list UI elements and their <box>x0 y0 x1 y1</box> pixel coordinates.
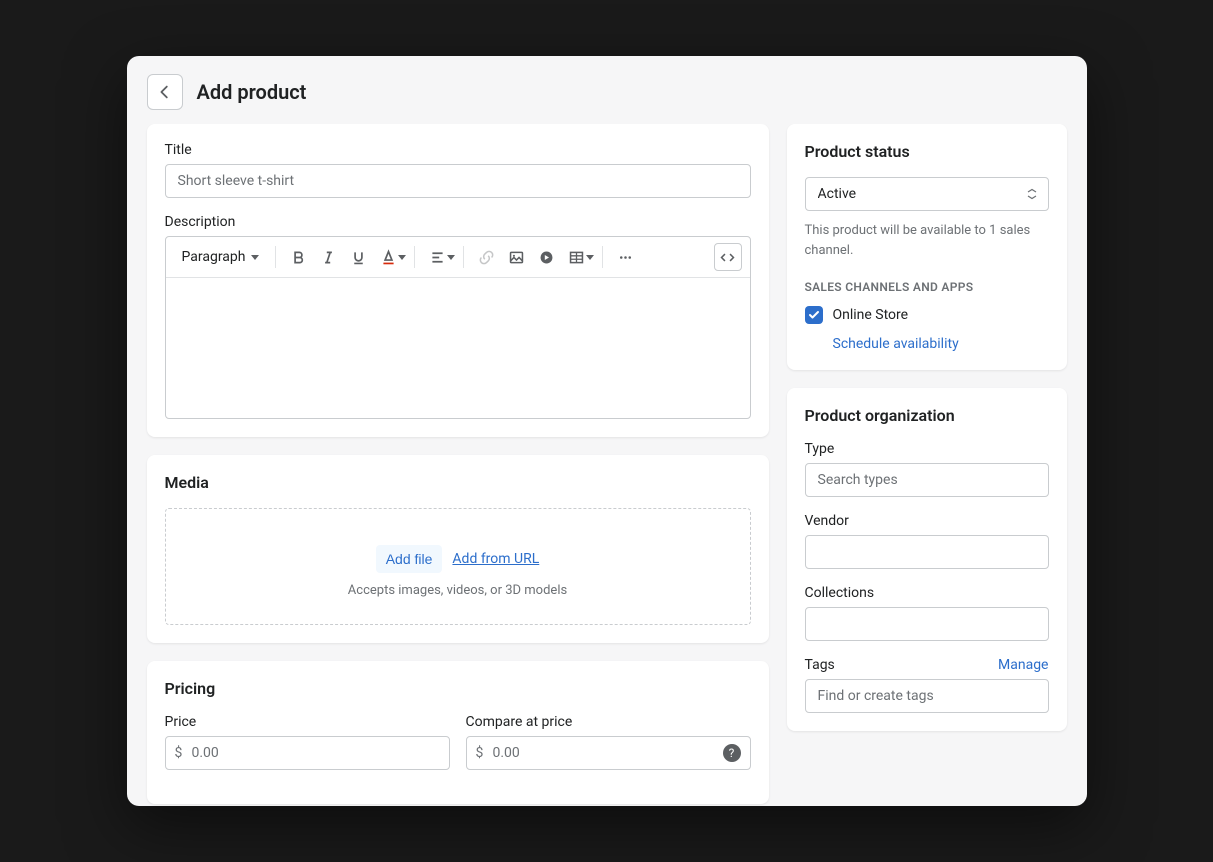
type-label: Type <box>805 441 1049 457</box>
chevron-down-icon[interactable] <box>586 255 594 260</box>
manage-tags-link[interactable]: Manage <box>998 657 1048 673</box>
currency-symbol: $ <box>476 745 484 761</box>
product-status-card: Product status Active This product will … <box>787 124 1067 370</box>
html-view-button[interactable] <box>714 243 742 271</box>
help-icon[interactable]: ? <box>723 744 741 762</box>
product-status-heading: Product status <box>805 142 1049 161</box>
price-label: Price <box>165 714 450 730</box>
chevron-down-icon[interactable] <box>447 255 455 260</box>
chevron-down-icon <box>251 255 259 260</box>
italic-button[interactable] <box>314 243 342 271</box>
collections-input[interactable] <box>805 607 1049 641</box>
media-help-text: Accepts images, videos, or 3D models <box>178 583 738 598</box>
underline-button[interactable] <box>344 243 372 271</box>
vendor-label: Vendor <box>805 513 1049 529</box>
media-heading: Media <box>165 473 751 492</box>
vendor-input[interactable] <box>805 535 1049 569</box>
schedule-availability-link[interactable]: Schedule availability <box>833 336 959 352</box>
title-input[interactable] <box>165 164 751 198</box>
online-store-checkbox[interactable] <box>805 306 823 324</box>
media-dropzone[interactable]: Add file Add from URL Accepts images, vi… <box>165 508 751 625</box>
arrow-left-icon <box>156 83 174 101</box>
back-button[interactable] <box>147 74 183 110</box>
description-editor: Paragraph <box>165 236 751 419</box>
title-label: Title <box>165 142 751 158</box>
online-store-label: Online Store <box>833 307 909 323</box>
status-help-text: This product will be available to 1 sale… <box>805 221 1049 260</box>
collections-label: Collections <box>805 585 1049 601</box>
video-button[interactable] <box>532 243 560 271</box>
format-select[interactable]: Paragraph <box>174 245 268 269</box>
description-textarea[interactable] <box>166 278 750 418</box>
link-button <box>472 243 500 271</box>
status-select[interactable]: Active <box>805 177 1049 211</box>
compare-price-label: Compare at price <box>466 714 751 730</box>
check-icon <box>808 309 820 321</box>
pricing-card: Pricing Price $ Compare at price $ <box>147 661 769 804</box>
pricing-heading: Pricing <box>165 679 751 698</box>
compare-price-input[interactable] <box>466 736 751 770</box>
sales-channels-heading: SALES CHANNELS AND APPS <box>805 280 1049 294</box>
chevron-down-icon[interactable] <box>398 255 406 260</box>
page-title: Add product <box>197 80 307 104</box>
tags-input[interactable] <box>805 679 1049 713</box>
media-card: Media Add file Add from URL Accepts imag… <box>147 455 769 643</box>
bold-button[interactable] <box>284 243 312 271</box>
format-select-label: Paragraph <box>182 249 246 265</box>
type-input[interactable] <box>805 463 1049 497</box>
tags-label: Tags <box>805 657 835 673</box>
more-button[interactable] <box>611 243 639 271</box>
currency-symbol: $ <box>175 745 183 761</box>
title-description-card: Title Description Paragraph <box>147 124 769 437</box>
add-from-url-link[interactable]: Add from URL <box>452 551 539 567</box>
product-organization-card: Product organization Type Vendor Collect… <box>787 388 1067 731</box>
image-button[interactable] <box>502 243 530 271</box>
description-label: Description <box>165 214 751 230</box>
add-file-button[interactable]: Add file <box>376 545 443 573</box>
organization-heading: Product organization <box>805 406 1049 425</box>
price-input[interactable] <box>165 736 450 770</box>
